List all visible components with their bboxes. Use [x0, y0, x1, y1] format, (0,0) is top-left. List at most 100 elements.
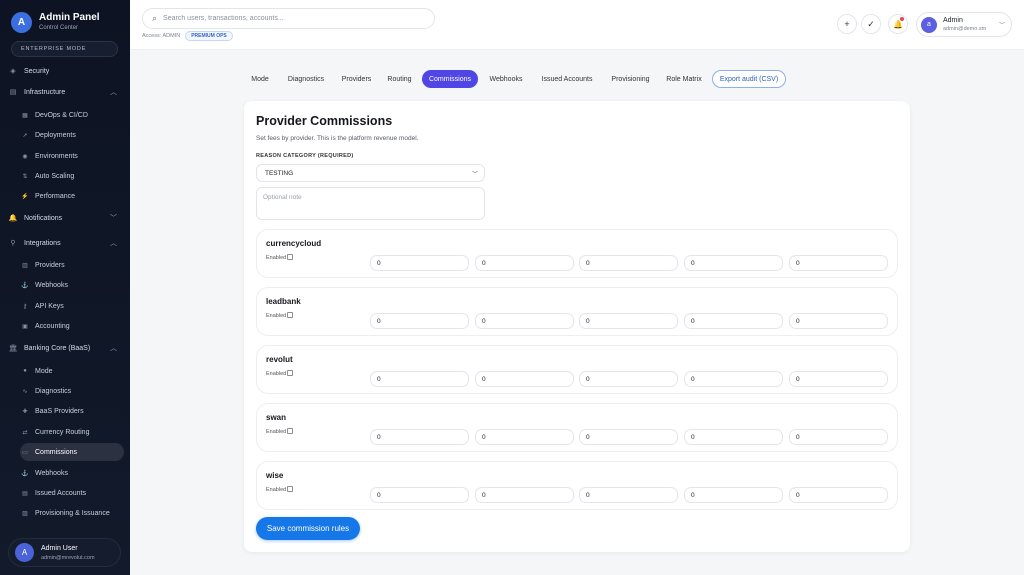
provider-name: revolut: [266, 355, 293, 364]
sidebar-item-environments[interactable]: ◉ Environments: [20, 147, 124, 165]
optional-note-field[interactable]: [256, 187, 485, 220]
commission-input[interactable]: [684, 487, 783, 503]
plug-icon: ⚲: [10, 240, 16, 247]
search-input[interactable]: [163, 15, 414, 22]
commission-input[interactable]: [370, 255, 469, 271]
chevron-down-icon: ﹀: [998, 23, 1005, 29]
sidebar-item-mode[interactable]: ● Mode: [20, 362, 124, 380]
commission-input[interactable]: [579, 255, 678, 271]
tab-routing[interactable]: Routing: [382, 70, 417, 88]
sidebar-item-baas-webhooks[interactable]: ⚓ Webhooks: [20, 464, 124, 482]
commission-input[interactable]: [475, 487, 574, 503]
reason-category-label: REASON CATEGORY (REQUIRED): [256, 153, 354, 159]
tab-webhooks[interactable]: Webhooks: [483, 70, 529, 88]
commission-input[interactable]: [579, 487, 678, 503]
bolt-icon: ⚡: [21, 193, 29, 200]
sidebar-item-integrations[interactable]: ⚲ Integrations ︿: [8, 234, 124, 252]
sidebar-item-diagnostics[interactable]: ∿ Diagnostics: [20, 382, 124, 400]
enterprise-mode-pill[interactable]: ENTERPRISE MODE: [11, 41, 118, 57]
sidebar: A Admin Panel Control Center ENTERPRISE …: [0, 0, 130, 575]
hook-icon: ⚓: [21, 470, 29, 477]
sidebar-item-notifications[interactable]: 🔔 Notifications ﹀: [8, 209, 124, 227]
sidebar-item-devops[interactable]: ▦ DevOps & CI/CD: [20, 106, 124, 124]
sidebar-item-label: Integrations: [24, 239, 61, 247]
sidebar-item-currency-routing[interactable]: ⇄ Currency Routing: [20, 423, 124, 441]
commission-input[interactable]: [475, 255, 574, 271]
enabled-checkbox[interactable]: [287, 311, 294, 318]
sidebar-item-providers[interactable]: ▥ Providers: [20, 256, 124, 274]
card-icon: ▭: [22, 449, 28, 456]
enabled-checkbox[interactable]: [287, 369, 294, 376]
sidebar-item-performance[interactable]: ⚡ Performance: [20, 187, 124, 205]
provider-row-currencycloud: currencycloud Enabled: [256, 229, 898, 278]
enabled-toggle[interactable]: Enabled: [266, 311, 294, 319]
sidebar-item-commissions[interactable]: ▭ Commissions: [20, 443, 124, 461]
provider-name: currencycloud: [266, 239, 322, 248]
tab-mode[interactable]: Mode: [244, 70, 276, 88]
reason-category-select[interactable]: TESTING ﹀: [256, 164, 485, 182]
commission-input[interactable]: [579, 429, 678, 445]
commission-input[interactable]: [684, 255, 783, 271]
commission-input[interactable]: [370, 371, 469, 387]
sidebar-user-card[interactable]: A Admin User admin@mrevolut.com: [8, 538, 121, 567]
status-check-button[interactable]: ✓: [861, 14, 881, 34]
chevron-down-icon: ﹀: [110, 215, 117, 222]
export-audit-button[interactable]: Export audit (CSV): [712, 70, 786, 88]
sidebar-item-security[interactable]: ◈ Security: [8, 62, 124, 80]
commission-input[interactable]: [789, 487, 888, 503]
commission-input[interactable]: [684, 371, 783, 387]
enabled-toggle[interactable]: Enabled: [266, 369, 294, 377]
search-box[interactable]: ⌕: [142, 8, 435, 29]
add-button[interactable]: +: [837, 14, 857, 34]
commission-input[interactable]: [789, 255, 888, 271]
commission-input[interactable]: [789, 371, 888, 387]
tab-provisioning[interactable]: Provisioning: [605, 70, 656, 88]
enabled-toggle[interactable]: Enabled: [266, 485, 294, 493]
hook-icon: ⚓: [21, 282, 29, 289]
sidebar-item-auto-scaling[interactable]: ⇅ Auto Scaling: [20, 167, 124, 185]
commission-input[interactable]: [579, 371, 678, 387]
enabled-toggle[interactable]: Enabled: [266, 427, 294, 435]
commission-input[interactable]: [684, 429, 783, 445]
sidebar-item-label: Mode: [35, 367, 53, 375]
commission-input[interactable]: [579, 313, 678, 329]
sidebar-item-api-keys[interactable]: ⚷ API Keys: [20, 297, 124, 315]
tab-issued-accounts[interactable]: Issued Accounts: [534, 70, 600, 88]
commission-input[interactable]: [370, 429, 469, 445]
sidebar-item-issued-accounts[interactable]: ▤ Issued Accounts: [20, 484, 124, 502]
sidebar-item-webhooks[interactable]: ⚓ Webhooks: [20, 276, 124, 294]
sidebar-item-banking-core[interactable]: 🏛 Banking Core (BaaS) ︿: [8, 339, 124, 357]
commission-input[interactable]: [370, 313, 469, 329]
globe-icon: ◉: [22, 153, 28, 160]
enabled-checkbox[interactable]: [287, 485, 294, 492]
enabled-toggle[interactable]: Enabled: [266, 253, 294, 261]
commission-input[interactable]: [684, 313, 783, 329]
enabled-checkbox[interactable]: [287, 253, 294, 260]
notification-dot: [900, 17, 904, 21]
notifications-button[interactable]: 🔔: [888, 14, 908, 34]
ledger-icon: ▣: [22, 323, 28, 330]
sidebar-item-baas-providers[interactable]: ✚ BaaS Providers: [20, 402, 124, 420]
tab-diagnostics[interactable]: Diagnostics: [281, 70, 331, 88]
avatar: a: [921, 16, 937, 33]
save-commission-rules-button[interactable]: Save commission rules: [256, 517, 360, 540]
sidebar-item-deployments[interactable]: ➚ Deployments: [20, 126, 124, 144]
provider-row-revolut: revolut Enabled: [256, 345, 898, 394]
sidebar-item-accounting[interactable]: ▣ Accounting: [20, 317, 124, 335]
commission-input[interactable]: [475, 313, 574, 329]
sidebar-item-label: Auto Scaling: [35, 172, 75, 180]
account-menu[interactable]: a Admin admin@demo.sm ﹀: [916, 12, 1012, 37]
tab-role-matrix[interactable]: Role Matrix: [661, 70, 707, 88]
tab-commissions[interactable]: Commissions: [422, 70, 478, 88]
commission-input[interactable]: [475, 371, 574, 387]
commission-input[interactable]: [370, 487, 469, 503]
tab-providers[interactable]: Providers: [336, 70, 377, 88]
commission-input[interactable]: [789, 429, 888, 445]
enabled-checkbox[interactable]: [287, 427, 294, 434]
commission-input[interactable]: [475, 429, 574, 445]
sidebar-item-label: Providers: [35, 261, 65, 269]
sidebar-item-infrastructure[interactable]: ▤ Infrastructure ︿: [8, 83, 124, 101]
commission-input[interactable]: [789, 313, 888, 329]
sidebar-item-provisioning[interactable]: ▨ Provisioning & Issuance: [20, 504, 124, 522]
sidebar-item-label: Diagnostics: [35, 387, 72, 395]
